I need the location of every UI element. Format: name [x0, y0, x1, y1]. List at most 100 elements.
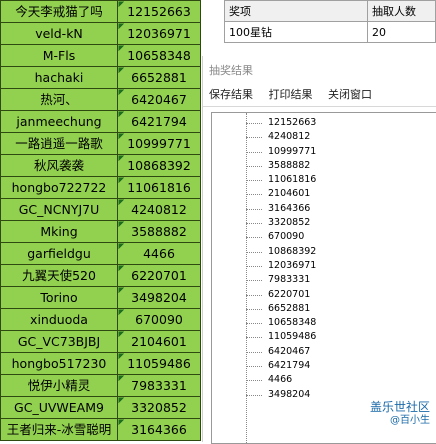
result-list-item[interactable]: 11059486: [246, 330, 316, 344]
participant-name-cell[interactable]: Torino: [0, 286, 118, 309]
result-list-item[interactable]: 670090: [246, 230, 316, 244]
participant-name-cell[interactable]: 一路逍遥一路歌: [0, 132, 118, 155]
participant-name-cell[interactable]: 王者归来-冰雪聪明: [0, 418, 118, 441]
menu-divider: [203, 106, 436, 107]
result-tree-list[interactable]: 12152663 4240812 10999771 3588882 11061816 21…: [211, 112, 436, 444]
participant-name-cell[interactable]: GC_VC73BJBJ: [0, 330, 118, 353]
sheet-row[interactable]: 一路逍遥一路歌 10999771: [0, 132, 201, 155]
participant-name-cell[interactable]: veld-kN: [0, 22, 118, 45]
sheet-row[interactable]: GC_VC73BJBJ 2104601: [0, 330, 201, 353]
participant-name-cell[interactable]: hongbo722722: [0, 176, 118, 199]
sheet-row[interactable]: 王者归来-冰雪聪明 3164366: [0, 418, 201, 441]
sheet-row[interactable]: garfieldgu 4466: [0, 242, 201, 265]
sheet-row[interactable]: hongbo517230 11059486: [0, 352, 201, 375]
sheet-row[interactable]: 热河、 6420467: [0, 88, 201, 111]
result-list-item[interactable]: 2104601: [246, 187, 316, 201]
participant-id-cell[interactable]: 6421794: [117, 110, 201, 133]
watermark-main: 盖乐世社区: [369, 400, 430, 414]
result-list-item[interactable]: 10868392: [246, 245, 316, 259]
participant-name-cell[interactable]: 九翼天使520: [0, 264, 118, 287]
result-list-item[interactable]: 6421794: [246, 359, 316, 373]
sheet-row[interactable]: hongbo722722 11061816: [0, 176, 201, 199]
participant-id-cell[interactable]: 3164366: [117, 418, 201, 441]
save-result-menu-item[interactable]: 保存结果: [209, 88, 253, 101]
participant-name-cell[interactable]: garfieldgu: [0, 242, 118, 265]
participant-name-cell[interactable]: 悦伊小精灵: [0, 374, 118, 397]
prize-item-cell[interactable]: 100星钻: [224, 21, 368, 43]
participant-id-cell[interactable]: 3498204: [117, 286, 201, 309]
dialog-menu: 保存结果 打印结果 关闭窗口: [209, 86, 384, 102]
participant-id-cell[interactable]: 4240812: [117, 198, 201, 221]
result-list-item[interactable]: 4240812: [246, 130, 316, 144]
participant-id-cell[interactable]: 3320852: [117, 396, 201, 419]
participant-id-cell[interactable]: 10999771: [117, 132, 201, 155]
participant-id-cell[interactable]: 10868392: [117, 154, 201, 177]
participant-name-cell[interactable]: 今天李戒猫了吗: [0, 0, 118, 23]
prize-header-count[interactable]: 抽取人数: [366, 0, 436, 22]
sheet-row[interactable]: xinduoda 670090: [0, 308, 201, 331]
result-list-item[interactable]: 10999771: [246, 145, 316, 159]
result-list-item[interactable]: 12036971: [246, 259, 316, 273]
participant-id-cell[interactable]: 11059486: [117, 352, 201, 375]
sheet-row[interactable]: 悦伊小精灵 7983331: [0, 374, 201, 397]
participant-id-cell[interactable]: 4466: [117, 242, 201, 265]
sheet-row[interactable]: GC_NCNYJ7U 4240812: [0, 198, 201, 221]
participant-name-cell[interactable]: 秋风袭袭: [0, 154, 118, 177]
result-list-item[interactable]: 3498204: [246, 388, 316, 402]
participant-id-cell[interactable]: 6220701: [117, 264, 201, 287]
result-list-item[interactable]: 11061816: [246, 173, 316, 187]
watermark: 盖乐世社区 @百小生: [370, 400, 430, 428]
participant-name-cell[interactable]: xinduoda: [0, 308, 118, 331]
sheet-row[interactable]: 九翼天使520 6220701: [0, 264, 201, 287]
participant-id-cell[interactable]: 2104601: [117, 330, 201, 353]
result-list-item[interactable]: 6652881: [246, 302, 316, 316]
result-list-item[interactable]: 6420467: [246, 345, 316, 359]
prize-count-cell[interactable]: 20: [366, 21, 436, 43]
dialog-title: 抽奖结果: [209, 64, 253, 77]
participant-name-cell[interactable]: GC_NCNYJ7U: [0, 198, 118, 221]
sheet-row[interactable]: Torino 3498204: [0, 286, 201, 309]
result-list-item[interactable]: 3164366: [246, 202, 316, 216]
participant-id-cell[interactable]: 3588882: [117, 220, 201, 243]
result-list-item[interactable]: 7983331: [246, 273, 316, 287]
participant-name-cell[interactable]: Mking: [0, 220, 118, 243]
close-window-menu-item[interactable]: 关闭窗口: [328, 88, 372, 101]
prize-header-item[interactable]: 奖项: [224, 0, 368, 22]
sheet-row[interactable]: veld-kN 12036971: [0, 22, 201, 45]
prize-row[interactable]: 100星钻 20: [224, 21, 436, 43]
participant-name-cell[interactable]: janmeechung: [0, 110, 118, 133]
sheet-row[interactable]: hachaki 6652881: [0, 66, 201, 89]
result-list-item[interactable]: 3320852: [246, 216, 316, 230]
participant-id-cell[interactable]: 11061816: [117, 176, 201, 199]
result-list-item[interactable]: 12152663: [246, 116, 316, 130]
result-list-item[interactable]: 4466: [246, 373, 316, 387]
participant-id-cell[interactable]: 6420467: [117, 88, 201, 111]
sheet-row[interactable]: janmeechung 6421794: [0, 110, 201, 133]
participant-id-cell[interactable]: 6652881: [117, 66, 201, 89]
participant-name-cell[interactable]: hachaki: [0, 66, 118, 89]
participant-name-cell[interactable]: hongbo517230: [0, 352, 118, 375]
prize-header-row: 奖项 抽取人数: [224, 0, 436, 22]
participant-table: 今天李戒猫了吗 12152663 veld-kN 12036971 M-Fls 10658…: [0, 0, 201, 441]
result-list-item[interactable]: 3588882: [246, 159, 316, 173]
prize-table-area: 奖项 抽取人数 100星钻 20: [224, 0, 436, 52]
result-items: 12152663 4240812 10999771 3588882 11061816 21…: [246, 116, 316, 402]
result-list-item[interactable]: 10658348: [246, 316, 316, 330]
sheet-row[interactable]: 秋风袭袭 10868392: [0, 154, 201, 177]
sheet-row[interactable]: M-Fls 10658348: [0, 44, 201, 67]
prize-table: 奖项 抽取人数 100星钻 20: [224, 0, 436, 43]
result-list-item[interactable]: 6220701: [246, 288, 316, 302]
sheet-row[interactable]: GC_UVWEAM9 3320852: [0, 396, 201, 419]
participant-id-cell[interactable]: 670090: [117, 308, 201, 331]
participant-id-cell[interactable]: 7983331: [117, 374, 201, 397]
participant-name-cell[interactable]: GC_UVWEAM9: [0, 396, 118, 419]
participant-name-cell[interactable]: 热河、: [0, 88, 118, 111]
sheet-row[interactable]: 今天李戒猫了吗 12152663: [0, 0, 201, 23]
print-result-menu-item[interactable]: 打印结果: [269, 88, 313, 101]
participant-id-cell[interactable]: 12036971: [117, 22, 201, 45]
sheet-row[interactable]: Mking 3588882: [0, 220, 201, 243]
participant-sheet: 今天李戒猫了吗 12152663 veld-kN 12036971 M-Fls 10658…: [0, 0, 202, 442]
participant-id-cell[interactable]: 12152663: [117, 0, 201, 23]
participant-name-cell[interactable]: M-Fls: [0, 44, 118, 67]
participant-id-cell[interactable]: 10658348: [117, 44, 201, 67]
